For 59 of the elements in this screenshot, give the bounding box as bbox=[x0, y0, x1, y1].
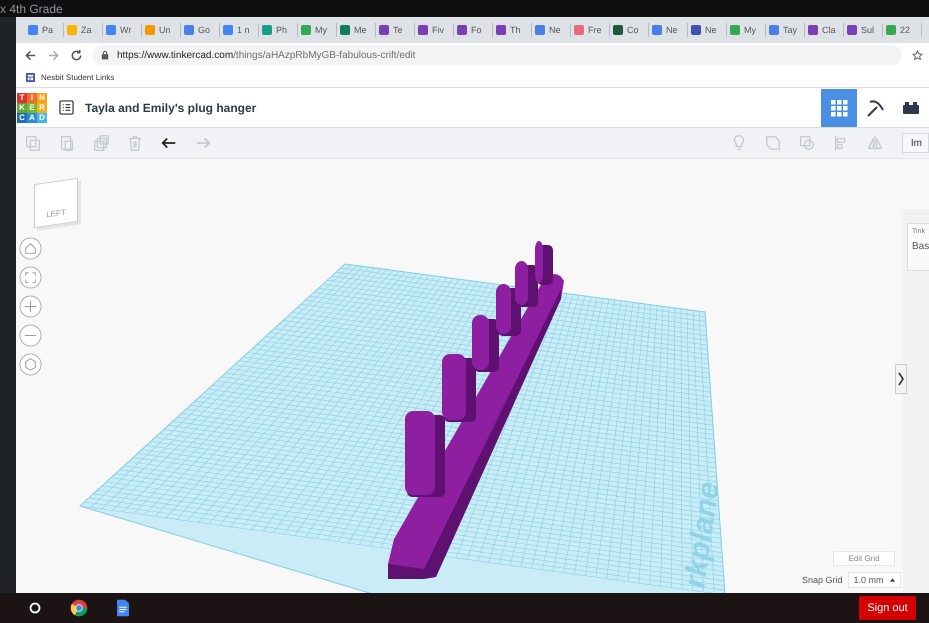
browser-tab[interactable]: Pa bbox=[25, 23, 64, 37]
browser-tab[interactable]: My bbox=[727, 23, 766, 37]
browser-tab[interactable]: Ph bbox=[259, 23, 298, 37]
back-arrow-icon[interactable] bbox=[24, 48, 37, 62]
logo[interactable]: T I N K E R C A D bbox=[17, 92, 47, 122]
snap-grid-dropdown[interactable]: 1.0 mm bbox=[848, 572, 901, 588]
zoom-in-icon[interactable] bbox=[19, 295, 42, 318]
edit-grid-button[interactable]: Edit Grid bbox=[833, 551, 895, 566]
paste-icon bbox=[58, 134, 76, 152]
browser-tab[interactable]: Th bbox=[493, 23, 532, 37]
browser-tab[interactable]: Ne bbox=[532, 23, 571, 37]
dropdown-value: Bas bbox=[912, 241, 929, 252]
browser-tab[interactable]: Fre bbox=[571, 23, 610, 37]
bookmark-star-icon[interactable] bbox=[912, 50, 923, 60]
browser-tab[interactable]: Wr bbox=[103, 23, 142, 37]
browser-tab[interactable]: Tay bbox=[766, 23, 805, 37]
browser-tab[interactable]: Me bbox=[337, 23, 376, 37]
window-title: x 4th Grade bbox=[0, 2, 63, 16]
bookmark-page-icon bbox=[26, 72, 35, 82]
address-field[interactable]: https://www.tinkercad.com/things/aHAzpRbMyGB-fabulous-crift/edit bbox=[93, 45, 902, 65]
fit-view-icon[interactable] bbox=[19, 266, 42, 289]
sign-out-button[interactable]: Sign out bbox=[859, 596, 916, 620]
zoom-out-icon[interactable] bbox=[19, 324, 42, 347]
browser-tab[interactable]: Un bbox=[142, 23, 181, 37]
pickaxe-icon bbox=[865, 98, 885, 118]
snap-grid-label: Snap Grid bbox=[802, 575, 843, 585]
browser-tab[interactable]: Fiv bbox=[415, 23, 454, 37]
browser-app-icon[interactable] bbox=[70, 599, 88, 617]
perspective-icon[interactable] bbox=[19, 353, 42, 376]
home-icon[interactable] bbox=[19, 237, 42, 260]
grid-icon bbox=[829, 98, 849, 118]
browser-tab[interactable]: 1 n bbox=[220, 23, 259, 37]
browser-tab[interactable]: Ne bbox=[649, 23, 688, 37]
lock-icon bbox=[101, 50, 109, 60]
chevron-right-icon[interactable] bbox=[895, 364, 907, 394]
browser-tab[interactable]: 22 bbox=[883, 23, 922, 37]
import-button[interactable]: Im bbox=[902, 133, 929, 153]
browser-tab[interactable]: Ne bbox=[688, 23, 727, 37]
design-title[interactable]: Tayla and Emily's plug hanger bbox=[85, 100, 256, 114]
browser-tab[interactable]: My bbox=[298, 23, 337, 37]
forward-arrow-icon[interactable] bbox=[47, 48, 60, 62]
duplicate-icon bbox=[92, 134, 110, 152]
caret-icon bbox=[890, 578, 895, 582]
reload-icon[interactable] bbox=[70, 48, 83, 62]
browser-tab[interactable]: Te bbox=[376, 23, 415, 37]
browser-tab[interactable]: Co bbox=[610, 23, 649, 37]
cutout-icon bbox=[798, 134, 816, 152]
note-icon bbox=[764, 134, 782, 152]
browser-tab[interactable]: Cla bbox=[805, 23, 844, 37]
browser-tab[interactable]: Fo bbox=[454, 23, 493, 37]
browser-tab[interactable]: Sul bbox=[844, 23, 883, 37]
document-app-icon[interactable] bbox=[114, 599, 132, 617]
browser-tab[interactable]: Za bbox=[64, 23, 103, 37]
list-icon[interactable] bbox=[59, 100, 74, 115]
browser-tab[interactable]: Go bbox=[181, 23, 220, 37]
copy-icon bbox=[24, 134, 42, 152]
mirror-icon bbox=[866, 134, 884, 152]
delete-icon bbox=[126, 134, 144, 152]
bookmark-link[interactable]: Nesbit Student Links bbox=[26, 72, 114, 82]
